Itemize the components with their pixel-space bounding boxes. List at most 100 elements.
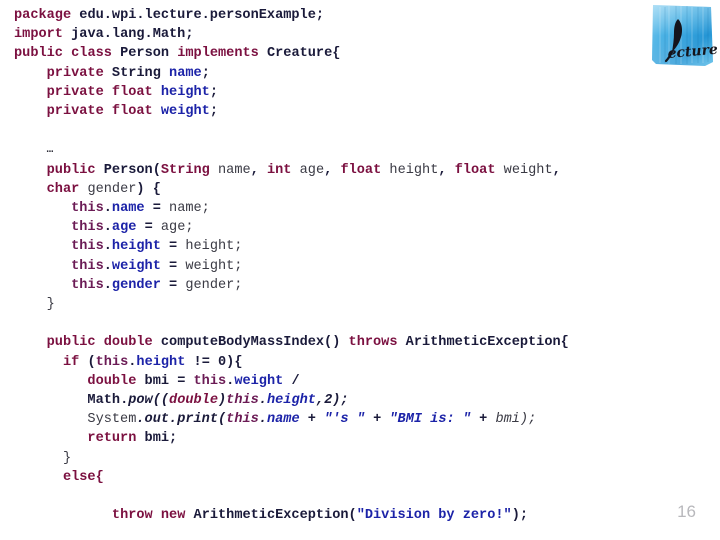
code-token: float [111, 104, 153, 120]
code-token: , [250, 162, 267, 178]
code-token: ) { [136, 181, 161, 197]
code-token: name [111, 201, 145, 217]
code-token: ); [511, 508, 529, 524]
code-token: "BMI is: " [389, 412, 471, 428]
code-token: package [14, 8, 72, 23]
code-token: ; [201, 65, 210, 81]
code-token: age [111, 220, 137, 236]
code-token: public [46, 162, 96, 178]
code-token: computeBodyMassIndex() [160, 335, 341, 351]
code-token: out [144, 412, 170, 428]
code-token: name [218, 162, 251, 178]
code-token: age [299, 162, 325, 178]
code-token: int [266, 162, 292, 178]
code-line: public Person(String name, int age, floa… [14, 161, 714, 180]
code-token: … [46, 144, 54, 157]
code-token: import [14, 27, 63, 43]
code-token: private [46, 65, 104, 81]
code-line: if (this.height != 0){ [14, 353, 714, 372]
code-line: Math.pow((double)this.height,2); [14, 391, 714, 410]
code-token: print [177, 412, 218, 428]
code-line: else{ [14, 468, 714, 487]
code-token: height [266, 393, 316, 409]
code-token: weight [111, 258, 161, 274]
code-token: . [136, 412, 145, 428]
code-token: ArithmeticException{ [405, 335, 569, 351]
code-token: public [46, 335, 96, 351]
slide-canvas: package edu.wpi.lecture.personExample; im… [0, 0, 720, 540]
code-token: bmi; [144, 431, 178, 447]
code-token: private [46, 104, 104, 120]
code-token: if [62, 354, 80, 370]
code-token: name [169, 65, 202, 81]
code-token: String [111, 65, 161, 81]
code-token: System [87, 412, 137, 428]
code-token: + [299, 412, 325, 428]
code-line: import java.lang.Math; [14, 25, 714, 44]
code-token: gender [111, 277, 161, 293]
code-token: weight [234, 373, 284, 389]
code-token: . [103, 239, 112, 255]
code-token: , [324, 162, 341, 178]
code-token: return [87, 431, 137, 447]
code-token: "Division by zero!" [356, 508, 512, 524]
code-token: throws [348, 335, 398, 351]
code-line: throw new ArithmeticException("Division … [14, 506, 714, 525]
code-token: ) [218, 393, 227, 409]
code-token: class [71, 46, 112, 62]
code-line: this.weight = weight; [14, 257, 714, 276]
code-token: edu.wpi.lecture.personExample; [79, 8, 325, 23]
code-token: age; [160, 220, 194, 236]
code-token: this [95, 354, 129, 370]
code-token: gender [87, 181, 137, 197]
code-token: bmi); [495, 412, 537, 428]
code-token: Math [87, 393, 121, 409]
code-line: public double computeBodyMassIndex() thr… [14, 333, 714, 352]
code-token: this [71, 220, 104, 236]
code-token: . [169, 412, 178, 428]
code-token: else{ [62, 469, 104, 485]
code-token: . [103, 220, 112, 236]
code-line: private float height; [14, 83, 714, 102]
code-line: package edu.wpi.lecture.personExample; [14, 6, 714, 25]
code-line: … [14, 140, 714, 160]
code-token: ; [209, 104, 219, 120]
code-line: this.age = age; [14, 218, 714, 237]
code-token: height [111, 239, 161, 255]
code-token: = [136, 220, 161, 236]
code-token: = [160, 239, 186, 255]
lecture-logo: ecture [648, 2, 718, 70]
code-token: double [103, 335, 153, 351]
code-token: public [14, 46, 63, 62]
code-token: height [136, 354, 186, 370]
code-token: , [438, 162, 455, 178]
code-token: . [103, 201, 112, 217]
code-token: . [103, 277, 112, 293]
code-token: this [71, 239, 104, 255]
code-token: . [103, 258, 112, 274]
